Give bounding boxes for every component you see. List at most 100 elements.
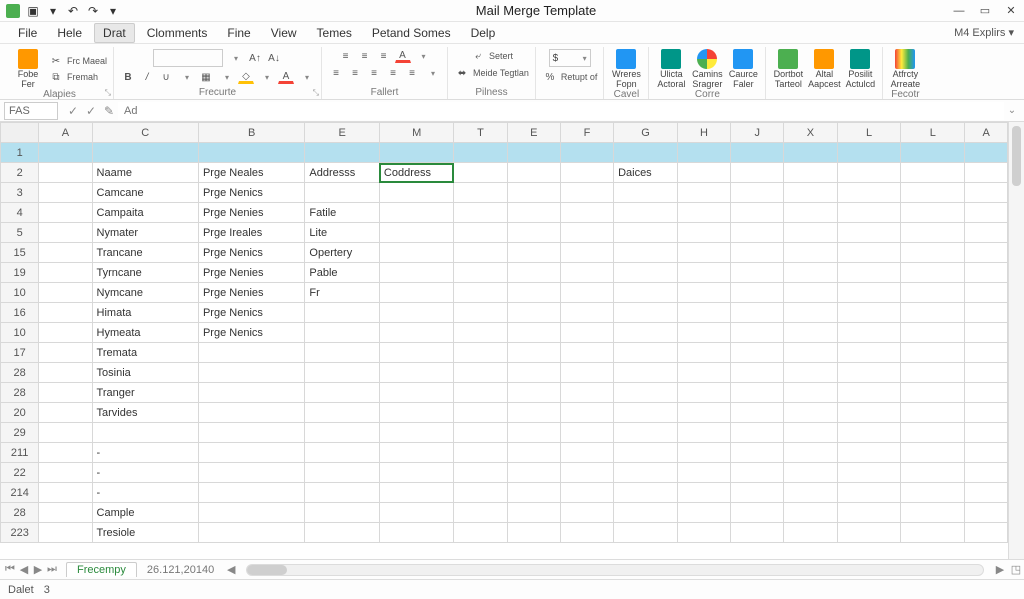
cell[interactable] — [560, 483, 613, 503]
formula-input[interactable] — [118, 102, 1004, 120]
resize-handle-icon[interactable]: ◳ — [1008, 563, 1024, 576]
qat-dropdown-icon[interactable]: ▾ — [46, 4, 60, 18]
cell[interactable] — [560, 343, 613, 363]
cell[interactable] — [305, 483, 380, 503]
enter-icon[interactable]: ✓ — [82, 102, 100, 120]
row-header[interactable]: 16 — [1, 303, 39, 323]
cell[interactable] — [614, 143, 678, 163]
dropdown-icon[interactable]: ▾ — [425, 66, 441, 80]
cell[interactable] — [454, 263, 507, 283]
cell[interactable] — [614, 183, 678, 203]
cell[interactable] — [507, 283, 560, 303]
column-header[interactable]: G — [614, 123, 678, 143]
cell[interactable] — [784, 323, 837, 343]
font-name-input[interactable] — [153, 49, 223, 67]
sort-filter-button[interactable]: AtfrctyArreate — [889, 49, 921, 89]
cell[interactable] — [39, 363, 92, 383]
horizontal-scrollbar[interactable] — [246, 564, 984, 576]
cell[interactable] — [614, 283, 678, 303]
cell[interactable] — [379, 363, 454, 383]
cell[interactable] — [507, 143, 560, 163]
cell[interactable] — [837, 303, 901, 323]
cell[interactable] — [731, 483, 784, 503]
row-header[interactable]: 19 — [1, 263, 39, 283]
cell[interactable] — [39, 223, 92, 243]
cell[interactable]: Camcane — [92, 183, 198, 203]
cell[interactable] — [198, 363, 304, 383]
cell[interactable] — [784, 383, 837, 403]
cell[interactable] — [379, 403, 454, 423]
cell[interactable] — [39, 163, 92, 183]
cut-icon[interactable]: ✂ — [48, 54, 64, 68]
cell[interactable] — [901, 383, 965, 403]
dropdown-icon[interactable]: ▾ — [219, 70, 235, 84]
cell[interactable] — [560, 403, 613, 423]
cell[interactable] — [677, 503, 730, 523]
cell[interactable] — [965, 383, 1008, 403]
cell[interactable]: Tyrncane — [92, 263, 198, 283]
cell[interactable] — [677, 263, 730, 283]
cell[interactable] — [305, 523, 380, 543]
cell[interactable] — [784, 263, 837, 283]
cell[interactable] — [965, 183, 1008, 203]
cell[interactable] — [560, 303, 613, 323]
cell[interactable] — [198, 503, 304, 523]
cell[interactable] — [901, 483, 965, 503]
cell[interactable] — [901, 223, 965, 243]
cell[interactable] — [379, 443, 454, 463]
dropdown-icon[interactable]: ▾ — [259, 70, 275, 84]
cell[interactable] — [560, 283, 613, 303]
row-header[interactable]: 223 — [1, 523, 39, 543]
cell[interactable] — [731, 183, 784, 203]
cell[interactable]: Tosinia — [92, 363, 198, 383]
cell[interactable] — [305, 183, 380, 203]
cell[interactable] — [379, 523, 454, 543]
cell[interactable] — [677, 343, 730, 363]
percent-icon[interactable]: % — [542, 70, 558, 84]
row-header[interactable]: 1 — [1, 143, 39, 163]
cell[interactable] — [837, 183, 901, 203]
cell[interactable] — [560, 243, 613, 263]
cell[interactable] — [454, 423, 507, 443]
cell[interactable] — [560, 223, 613, 243]
cell[interactable] — [507, 483, 560, 503]
cell[interactable] — [731, 523, 784, 543]
cell[interactable] — [677, 323, 730, 343]
cell[interactable] — [560, 263, 613, 283]
column-header[interactable]: X — [784, 123, 837, 143]
cell[interactable] — [379, 243, 454, 263]
fx-edit-icon[interactable]: ✎ — [100, 102, 118, 120]
menu-view[interactable]: View — [263, 24, 305, 42]
orientation-icon[interactable]: A — [395, 49, 411, 63]
row-header[interactable]: 3 — [1, 183, 39, 203]
cell[interactable] — [454, 403, 507, 423]
cell[interactable] — [507, 503, 560, 523]
column-header[interactable]: C — [92, 123, 198, 143]
cell[interactable] — [614, 423, 678, 443]
cell[interactable] — [198, 383, 304, 403]
cell[interactable] — [731, 343, 784, 363]
cell[interactable] — [965, 263, 1008, 283]
close-button[interactable]: ✕ — [1004, 4, 1018, 18]
cell[interactable] — [454, 163, 507, 183]
cell[interactable] — [837, 283, 901, 303]
cell[interactable]: Opertery — [305, 243, 380, 263]
cell[interactable] — [39, 183, 92, 203]
cell[interactable] — [965, 303, 1008, 323]
row-header[interactable]: 5 — [1, 223, 39, 243]
cell[interactable] — [614, 263, 678, 283]
cell[interactable] — [677, 223, 730, 243]
cell[interactable] — [901, 303, 965, 323]
cell[interactable]: Himata — [92, 303, 198, 323]
cell[interactable] — [379, 303, 454, 323]
menu-hele[interactable]: Hele — [49, 24, 90, 42]
cell[interactable] — [507, 263, 560, 283]
cell[interactable]: Prge Ireales — [198, 223, 304, 243]
cell[interactable] — [677, 383, 730, 403]
cell[interactable] — [560, 383, 613, 403]
menu-file[interactable]: File — [10, 24, 45, 42]
cell[interactable] — [560, 143, 613, 163]
cell[interactable] — [837, 363, 901, 383]
cell[interactable] — [677, 243, 730, 263]
cell[interactable] — [305, 323, 380, 343]
